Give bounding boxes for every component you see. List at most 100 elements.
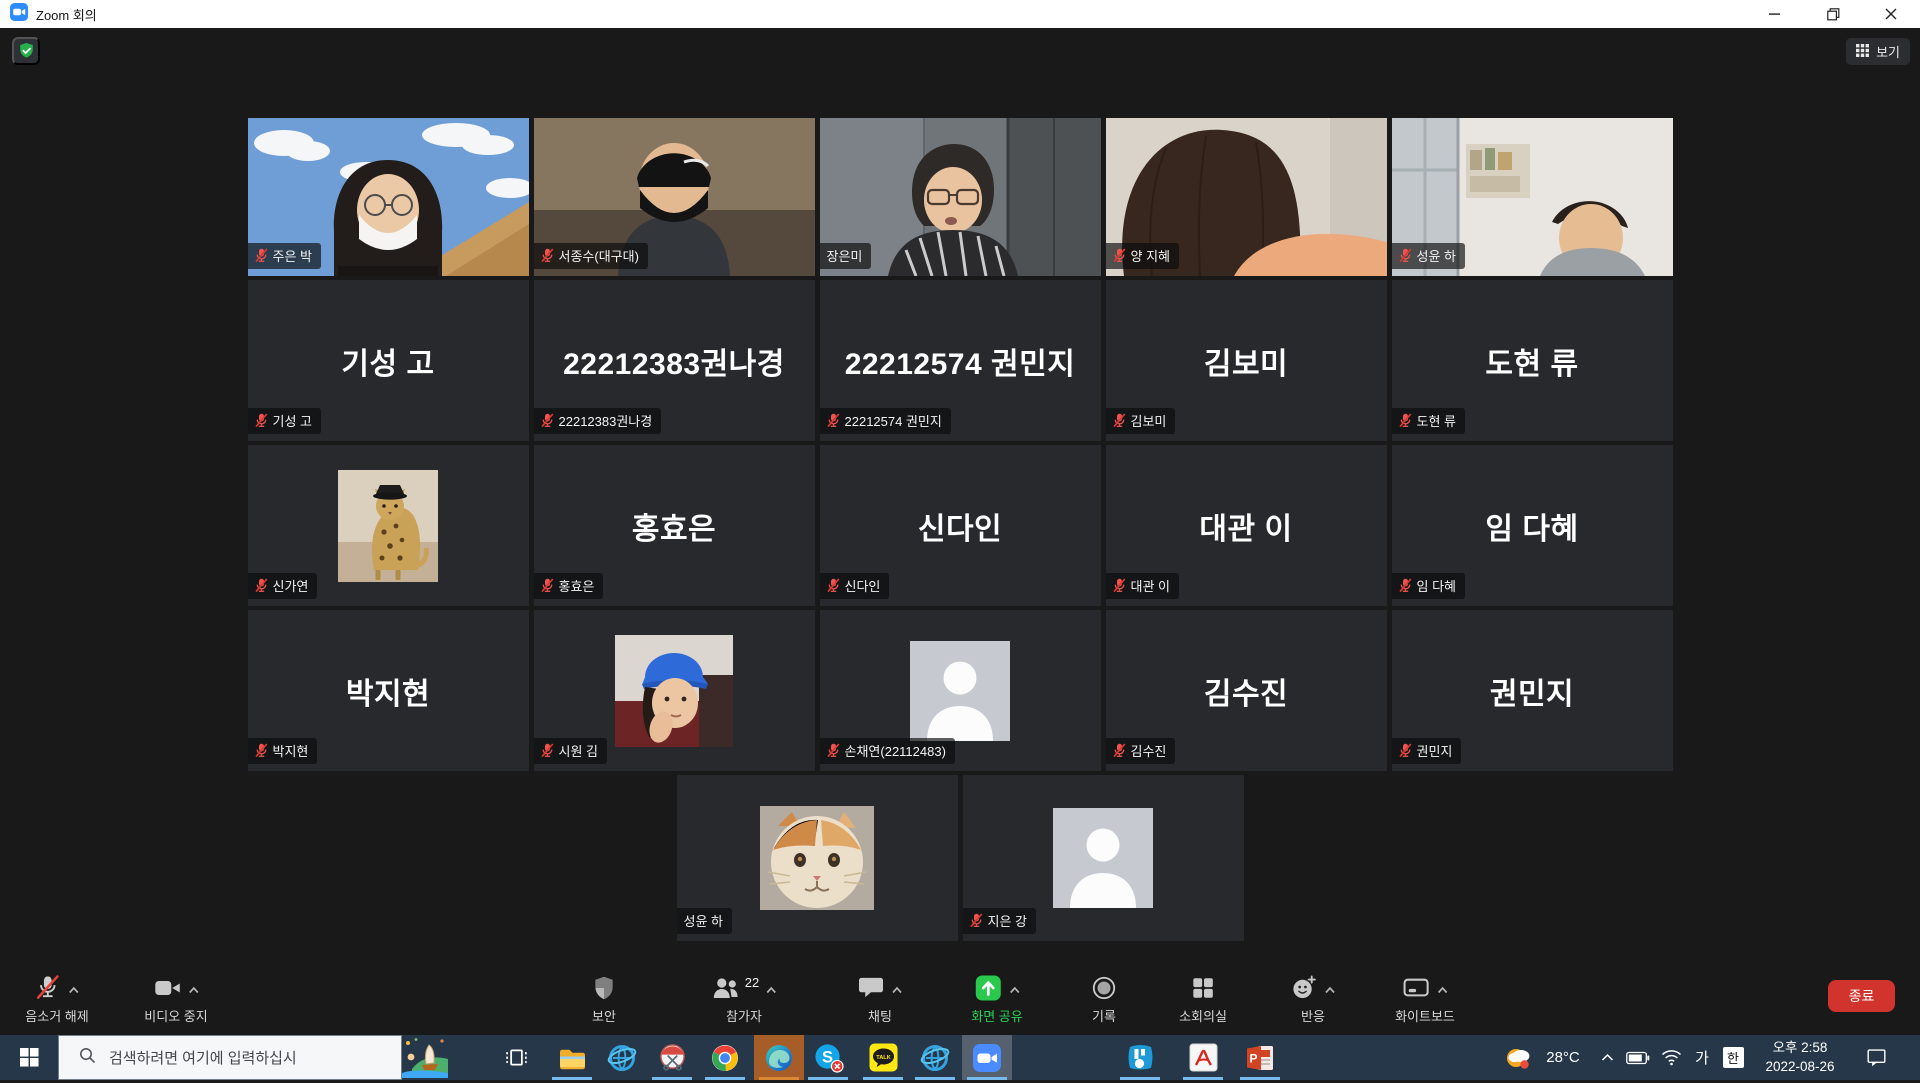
chevron-up-icon[interactable] [68, 982, 79, 997]
toolbar-icon-row [974, 973, 1020, 1005]
toolbar-icon-row [34, 973, 79, 1005]
wifi-icon[interactable] [1656, 1035, 1686, 1080]
tray-overflow-chevron-icon[interactable] [1594, 1035, 1620, 1080]
toolbar-participants-button[interactable]: 22참가자 [711, 973, 777, 1025]
participant-tile[interactable]: 김수진김수진 [1106, 610, 1387, 771]
toolbar-security-button[interactable]: 보안 [592, 973, 616, 1025]
clock-date: 2022-08-26 [1752, 1057, 1848, 1076]
participant-tile[interactable]: 주은 박 [248, 118, 529, 276]
start-button[interactable] [0, 1035, 58, 1080]
participant-tile[interactable]: 박지현박지현 [248, 610, 529, 771]
participant-tile[interactable]: 임 다혜임 다혜 [1392, 445, 1673, 606]
ime-mode-indicator[interactable]: 가 [1688, 1035, 1716, 1080]
restore-button[interactable] [1804, 0, 1862, 28]
taskbar-internet-explorer-icon[interactable] [597, 1035, 647, 1080]
shield-icon [592, 975, 616, 1004]
weather-tray-icon[interactable] [1501, 1035, 1535, 1080]
taskbar-edge-icon[interactable] [754, 1035, 804, 1080]
participant-tile[interactable]: 성윤 하 [677, 775, 958, 941]
camera-icon [153, 976, 181, 1003]
search-icon [79, 1047, 96, 1069]
participant-tile[interactable]: 홍효은홍효은 [534, 445, 815, 606]
participant-tile[interactable]: 권민지권민지 [1392, 610, 1673, 771]
participant-tile[interactable]: 김보미김보미 [1106, 280, 1387, 441]
participant-tile[interactable]: 신가연 [248, 445, 529, 606]
taskbar-skype-icon[interactable]: S [803, 1035, 853, 1080]
participant-tile[interactable]: 양 지혜 [1106, 118, 1387, 276]
participant-tile[interactable]: 22212383권나경22212383권나경 [534, 280, 815, 441]
toolbar-icon-row [858, 973, 903, 1005]
muted-mic-icon [1399, 413, 1412, 428]
toolbar-breakout-rooms-button[interactable]: 소회의실 [1179, 973, 1227, 1025]
toolbar-button-label: 비디오 중지 [144, 1006, 207, 1025]
participant-name-label: 22212383권나경 [534, 408, 662, 434]
battery-icon[interactable] [1622, 1035, 1654, 1080]
toolbar-unmute-button[interactable]: 음소거 해제 [25, 973, 88, 1025]
taskbar-powerpoint-icon[interactable]: P [1235, 1035, 1285, 1080]
participant-tile[interactable]: 22212574 권민지22212574 권민지 [820, 280, 1101, 441]
muted-mic-icon [255, 578, 268, 593]
participant-tile[interactable]: 도현 류도현 류 [1392, 280, 1673, 441]
toolbar-button-label: 화이트보드 [1395, 1006, 1455, 1025]
muted-mic-icon [541, 413, 554, 428]
participant-tile[interactable]: 지은 강 [963, 775, 1244, 941]
chevron-up-icon[interactable] [892, 982, 903, 997]
taskbar-internet-explorer-2-icon[interactable] [910, 1035, 960, 1080]
chevron-up-icon [68, 986, 79, 994]
toolbar-reactions-button[interactable]: 반응 [1291, 973, 1336, 1025]
participant-name-label: 서종수(대구대) [534, 243, 648, 269]
participant-tile[interactable]: 손채연(22112483) [820, 610, 1101, 771]
chevron-up-icon[interactable] [188, 982, 199, 997]
participant-label-text: 임 다혜 [1417, 576, 1457, 595]
toolbar-record-button[interactable]: 기록 [1091, 973, 1117, 1025]
participant-name-label: 김수진 [1106, 738, 1176, 764]
participant-row: 기성 고기성 고22212383권나경22212383권나경22212574 권… [248, 280, 1673, 441]
taskbar-acrobat-icon[interactable] [1178, 1035, 1228, 1080]
toolbar-whiteboard-button[interactable]: 화이트보드 [1395, 973, 1455, 1025]
participant-tile[interactable]: 기성 고기성 고 [248, 280, 529, 441]
taskbar-kakaotalk-icon[interactable]: TALK [858, 1035, 908, 1080]
search-highlight-doodle[interactable] [402, 1037, 448, 1083]
participant-tile[interactable]: 대관 이대관 이 [1106, 445, 1387, 606]
participant-label-text: 지은 강 [988, 911, 1028, 930]
minimize-button[interactable] [1746, 0, 1804, 28]
taskbar-chrome-icon[interactable] [700, 1035, 750, 1080]
chevron-up-icon[interactable] [766, 982, 777, 997]
ime-korean-indicator[interactable]: 한 [1718, 1035, 1748, 1080]
end-meeting-button[interactable]: 종료 [1828, 980, 1895, 1012]
toolbar-icon-row [1190, 973, 1216, 1005]
action-center-icon[interactable] [1858, 1035, 1894, 1080]
taskbar-task-view-icon[interactable] [491, 1035, 541, 1080]
chevron-up-icon[interactable] [1009, 982, 1020, 997]
muted-mic-icon [827, 578, 840, 593]
toolbar-share-screen-button[interactable]: 화면 공유 [971, 973, 1022, 1025]
toolbar-chat-button[interactable]: 채팅 [858, 973, 903, 1025]
windows-taskbar: 검색하려면 여기에 입력하십시 STALK P 28°C 가 한 오후 2:58 … [0, 1035, 1920, 1080]
taskbar-capture-tool-icon[interactable] [647, 1035, 697, 1080]
close-button[interactable] [1862, 0, 1920, 28]
muted-mic-icon [827, 413, 840, 428]
view-button[interactable]: 보기 [1846, 38, 1910, 65]
participant-tile[interactable]: 시원 김 [534, 610, 815, 771]
participant-tile[interactable]: 신다인신다인 [820, 445, 1101, 606]
weather-temperature[interactable]: 28°C [1540, 1035, 1586, 1080]
participant-tile[interactable]: 서종수(대구대) [534, 118, 815, 276]
window-controls [1746, 0, 1920, 28]
participant-tile[interactable]: 성윤 하 [1392, 118, 1673, 276]
taskbar-search[interactable]: 검색하려면 여기에 입력하십시 [58, 1035, 402, 1080]
taskbar-file-explorer-icon[interactable] [547, 1035, 597, 1080]
toolbar-stop-video-button[interactable]: 비디오 중지 [144, 973, 207, 1025]
chevron-up-icon[interactable] [1325, 982, 1336, 997]
taskbar-hangul-icon[interactable] [1115, 1035, 1165, 1080]
meeting-info-shield-icon[interactable] [12, 37, 40, 65]
chevron-up-icon[interactable] [1437, 982, 1448, 997]
participant-name-label: 박지현 [248, 738, 318, 764]
participant-label-text: 시원 김 [559, 741, 599, 760]
taskbar-zoom-icon[interactable] [962, 1035, 1012, 1080]
participant-name-label: 시원 김 [534, 738, 608, 764]
toolbar-icon-row [592, 973, 616, 1005]
participant-name-label: 22212574 권민지 [820, 408, 951, 434]
muted-mic-icon [1113, 413, 1126, 428]
clock[interactable]: 오후 2:58 2022-08-26 [1752, 1038, 1848, 1076]
participant-tile[interactable]: 장은미 [820, 118, 1101, 276]
